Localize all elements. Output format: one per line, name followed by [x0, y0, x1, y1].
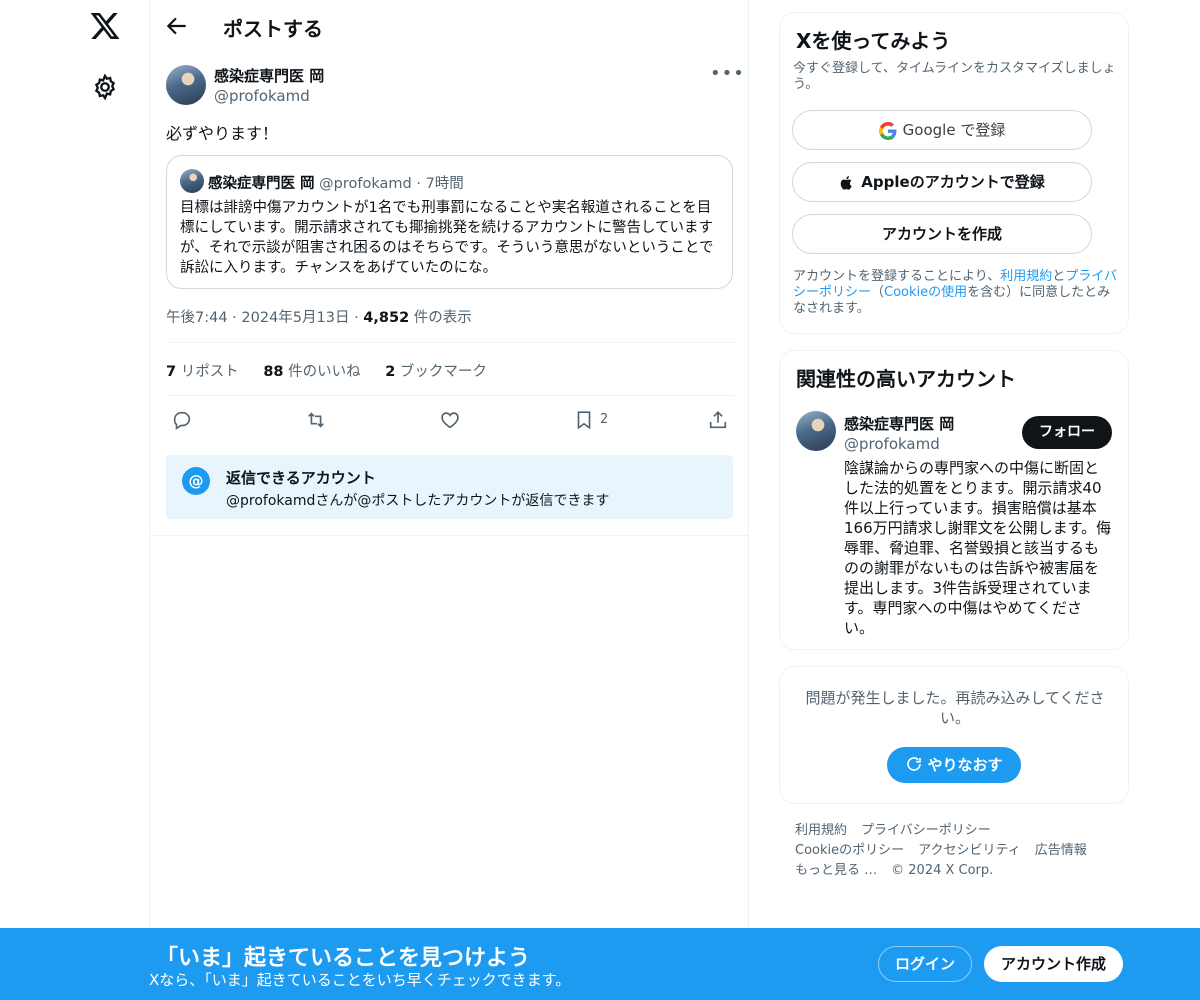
footer-link-more[interactable]: もっと見る …: [795, 863, 877, 878]
error-message: 問題が発生しました。再読み込みしてください。: [805, 689, 1105, 727]
bottom-bar-subtitle: Xなら、「いま」起きていることをいち早くチェックできます。: [149, 971, 571, 989]
login-button[interactable]: ログイン: [878, 946, 972, 982]
related-account-bio: 陰謀論からの専門家への中傷に断固とした法的処置をとります。開示請求40件以上行っ…: [844, 459, 1112, 637]
refresh-icon: [907, 757, 922, 771]
divider: [166, 395, 734, 396]
post-stats: 7 リポスト 88 件のいいね 2 ブックマーク: [166, 360, 507, 381]
footer-links: 利用規約 プライバシーポリシー Cookieのポリシー アクセシビリティ 広告情報 も…: [795, 821, 1115, 881]
terms-link[interactable]: 利用規約: [1000, 269, 1052, 284]
error-card: 問題が発生しました。再読み込みしてください。 やりなおす: [779, 666, 1129, 804]
related-title: 関連性の高いアカウント: [796, 367, 1016, 391]
related-account-name[interactable]: 感染症専門医 岡: [844, 413, 954, 434]
signup-button[interactable]: アカウント作成: [984, 946, 1123, 982]
x-logo-icon[interactable]: [89, 10, 121, 42]
footer-link-terms[interactable]: 利用規約: [795, 823, 847, 838]
footer-link-accessibility[interactable]: アクセシビリティ: [918, 843, 1021, 858]
quote-author-name: 感染症専門医 岡: [208, 176, 315, 192]
bottom-bar-title: 「いま」起きていることを見つけよう: [156, 946, 531, 971]
author-handle[interactable]: @profokamd: [214, 87, 310, 105]
quote-separator: ·: [411, 176, 426, 192]
quote-time: 7時間: [425, 176, 464, 192]
page-header: ポストする: [150, 0, 748, 53]
cookie-link[interactable]: Cookieの使用: [884, 285, 967, 300]
views-count: 4,852: [363, 310, 410, 326]
views-label: 件の表示: [409, 310, 472, 326]
divider: [150, 535, 748, 536]
post-timestamp[interactable]: 午後7:44 · 2024年5月13日 ·: [166, 310, 363, 326]
gear-icon[interactable]: [91, 73, 119, 101]
signup-card: Xを使ってみよう 今すぐ登録して、タイムラインをカスタマイズしましょう。 Goo…: [779, 12, 1129, 334]
avatar[interactable]: [166, 65, 206, 105]
back-arrow-icon[interactable]: [164, 13, 190, 39]
reposts-stat[interactable]: 7 リポスト: [166, 364, 239, 380]
divider: [166, 342, 734, 343]
apple-signup-label: Appleのアカウントで登録: [861, 173, 1045, 191]
main-column: ポストする 感染症専門医 岡 @profokamd ••• 必ずやります！ 感染…: [149, 0, 749, 1000]
left-nav: [0, 0, 150, 1000]
apple-icon: [840, 175, 852, 190]
action-bar: 2: [166, 406, 736, 434]
apple-signup-button[interactable]: Appleのアカウントで登録: [792, 162, 1092, 202]
likes-stat[interactable]: 88 件のいいね: [263, 364, 360, 380]
page-title: ポストする: [223, 17, 323, 41]
footer-link-ads[interactable]: 広告情報: [1035, 843, 1087, 858]
footer-link-privacy[interactable]: プライバシーポリシー: [861, 823, 991, 838]
bookmarks-stat[interactable]: 2 ブックマーク: [385, 364, 487, 380]
bottom-signup-bar: 「いま」起きていることを見つけよう Xなら、「いま」起きていることをいち早くチェ…: [0, 928, 1200, 1000]
related-account-handle[interactable]: @profokamd: [844, 435, 940, 453]
reply-icon[interactable]: [168, 406, 196, 434]
reply-restriction: @ 返信できるアカウント @profokamdさんが@ポストしたアカウントが返信…: [166, 455, 733, 519]
at-icon: @: [182, 467, 210, 495]
repost-icon[interactable]: [302, 406, 330, 434]
reply-restriction-title: 返信できるアカウント: [226, 469, 376, 487]
like-icon[interactable]: [436, 406, 464, 434]
retry-label: やりなおす: [927, 756, 1003, 774]
related-accounts-card: 関連性の高いアカウント 感染症専門医 岡 @profokamd フォロー 陰謀論…: [779, 350, 1129, 650]
bookmark-icon[interactable]: 2: [570, 406, 608, 434]
retry-button[interactable]: やりなおす: [887, 747, 1021, 783]
quote-author-handle: @profokamd: [319, 176, 412, 192]
post-meta: 午後7:44 · 2024年5月13日 · 4,852 件の表示: [166, 306, 472, 327]
post-author: 感染症専門医 岡 @profokamd •••: [166, 65, 744, 109]
post-text: 必ずやります！: [166, 124, 279, 143]
more-icon[interactable]: •••: [710, 65, 744, 87]
quoted-post[interactable]: 感染症専門医 岡 @profokamd · 7時間 目標は誹謗中傷アカウントが1…: [166, 155, 733, 289]
google-signup-label: Google で登録: [902, 121, 1006, 139]
quote-text: 目標は誹謗中傷アカウントが1名でも刑事罰になることや実名報道されることを目標にし…: [180, 200, 714, 276]
signup-subtitle: 今すぐ登録して、タイムラインをカスタマイズしましょう。: [793, 61, 1116, 92]
create-account-button[interactable]: アカウントを作成: [792, 214, 1092, 254]
google-signup-button[interactable]: Google で登録: [792, 110, 1092, 150]
footer-link-cookie[interactable]: Cookieのポリシー: [795, 843, 904, 858]
quote-header: 感染症専門医 岡 @profokamd · 7時間: [208, 172, 464, 193]
bookmark-count: 2: [600, 412, 609, 427]
share-icon[interactable]: [704, 406, 732, 434]
reply-restriction-subtitle: @profokamdさんが@ポストしたアカウントが返信できます: [226, 493, 610, 509]
quote-avatar: [180, 169, 204, 193]
follow-button[interactable]: フォロー: [1022, 416, 1112, 449]
signup-title: Xを使ってみよう: [796, 29, 951, 53]
footer-copyright: © 2024 X Corp.: [891, 863, 994, 878]
terms-text: アカウントを登録することにより、利用規約とプライバシーポリシー（Cookieの使…: [793, 269, 1118, 316]
google-icon: [878, 121, 897, 140]
avatar[interactable]: [796, 411, 836, 451]
author-name[interactable]: 感染症専門医 岡: [214, 65, 324, 86]
